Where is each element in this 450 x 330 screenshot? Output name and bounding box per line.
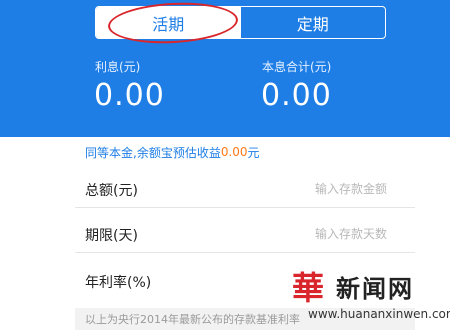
hint-suffix: 元 <box>247 145 260 160</box>
yuebao-comparison-hint: 同等本金,余额宝预估收益 0.00 元 <box>75 137 415 167</box>
rate-label: 年利率(%) <box>85 275 152 291</box>
total-label: 本息合计(元) <box>262 60 332 74</box>
amount-row: 总额(元) <box>75 171 415 208</box>
interest-calculator: 活期 定期 利息(元) 0.00 本息合计(元) 0.00 同等本金,余额宝预估… <box>0 0 450 330</box>
hint-amount: 0.00 <box>220 145 248 159</box>
term-label: 期限(天) <box>85 228 138 244</box>
term-row: 期限(天) <box>75 216 415 253</box>
term-input[interactable] <box>277 225 387 243</box>
watermark-url: www.huananxinwen.com <box>308 307 450 321</box>
amount-input[interactable] <box>277 180 387 198</box>
watermark-logo: 華 <box>292 269 325 307</box>
tab-fixed-deposit[interactable]: 定期 <box>241 7 386 38</box>
amount-label: 总额(元) <box>85 183 138 199</box>
result-header: 活期 定期 利息(元) 0.00 本息合计(元) 0.00 <box>0 0 450 137</box>
interest-value: 0.00 <box>94 78 165 113</box>
interest-label: 利息(元) <box>95 60 141 74</box>
hint-prefix: 同等本金,余额宝预估收益 <box>85 145 221 160</box>
site-watermark: 華 新闻网 www.huananxinwen.com <box>292 263 450 323</box>
watermark-title: 新闻网 <box>336 275 414 303</box>
total-value: 0.00 <box>261 78 332 113</box>
